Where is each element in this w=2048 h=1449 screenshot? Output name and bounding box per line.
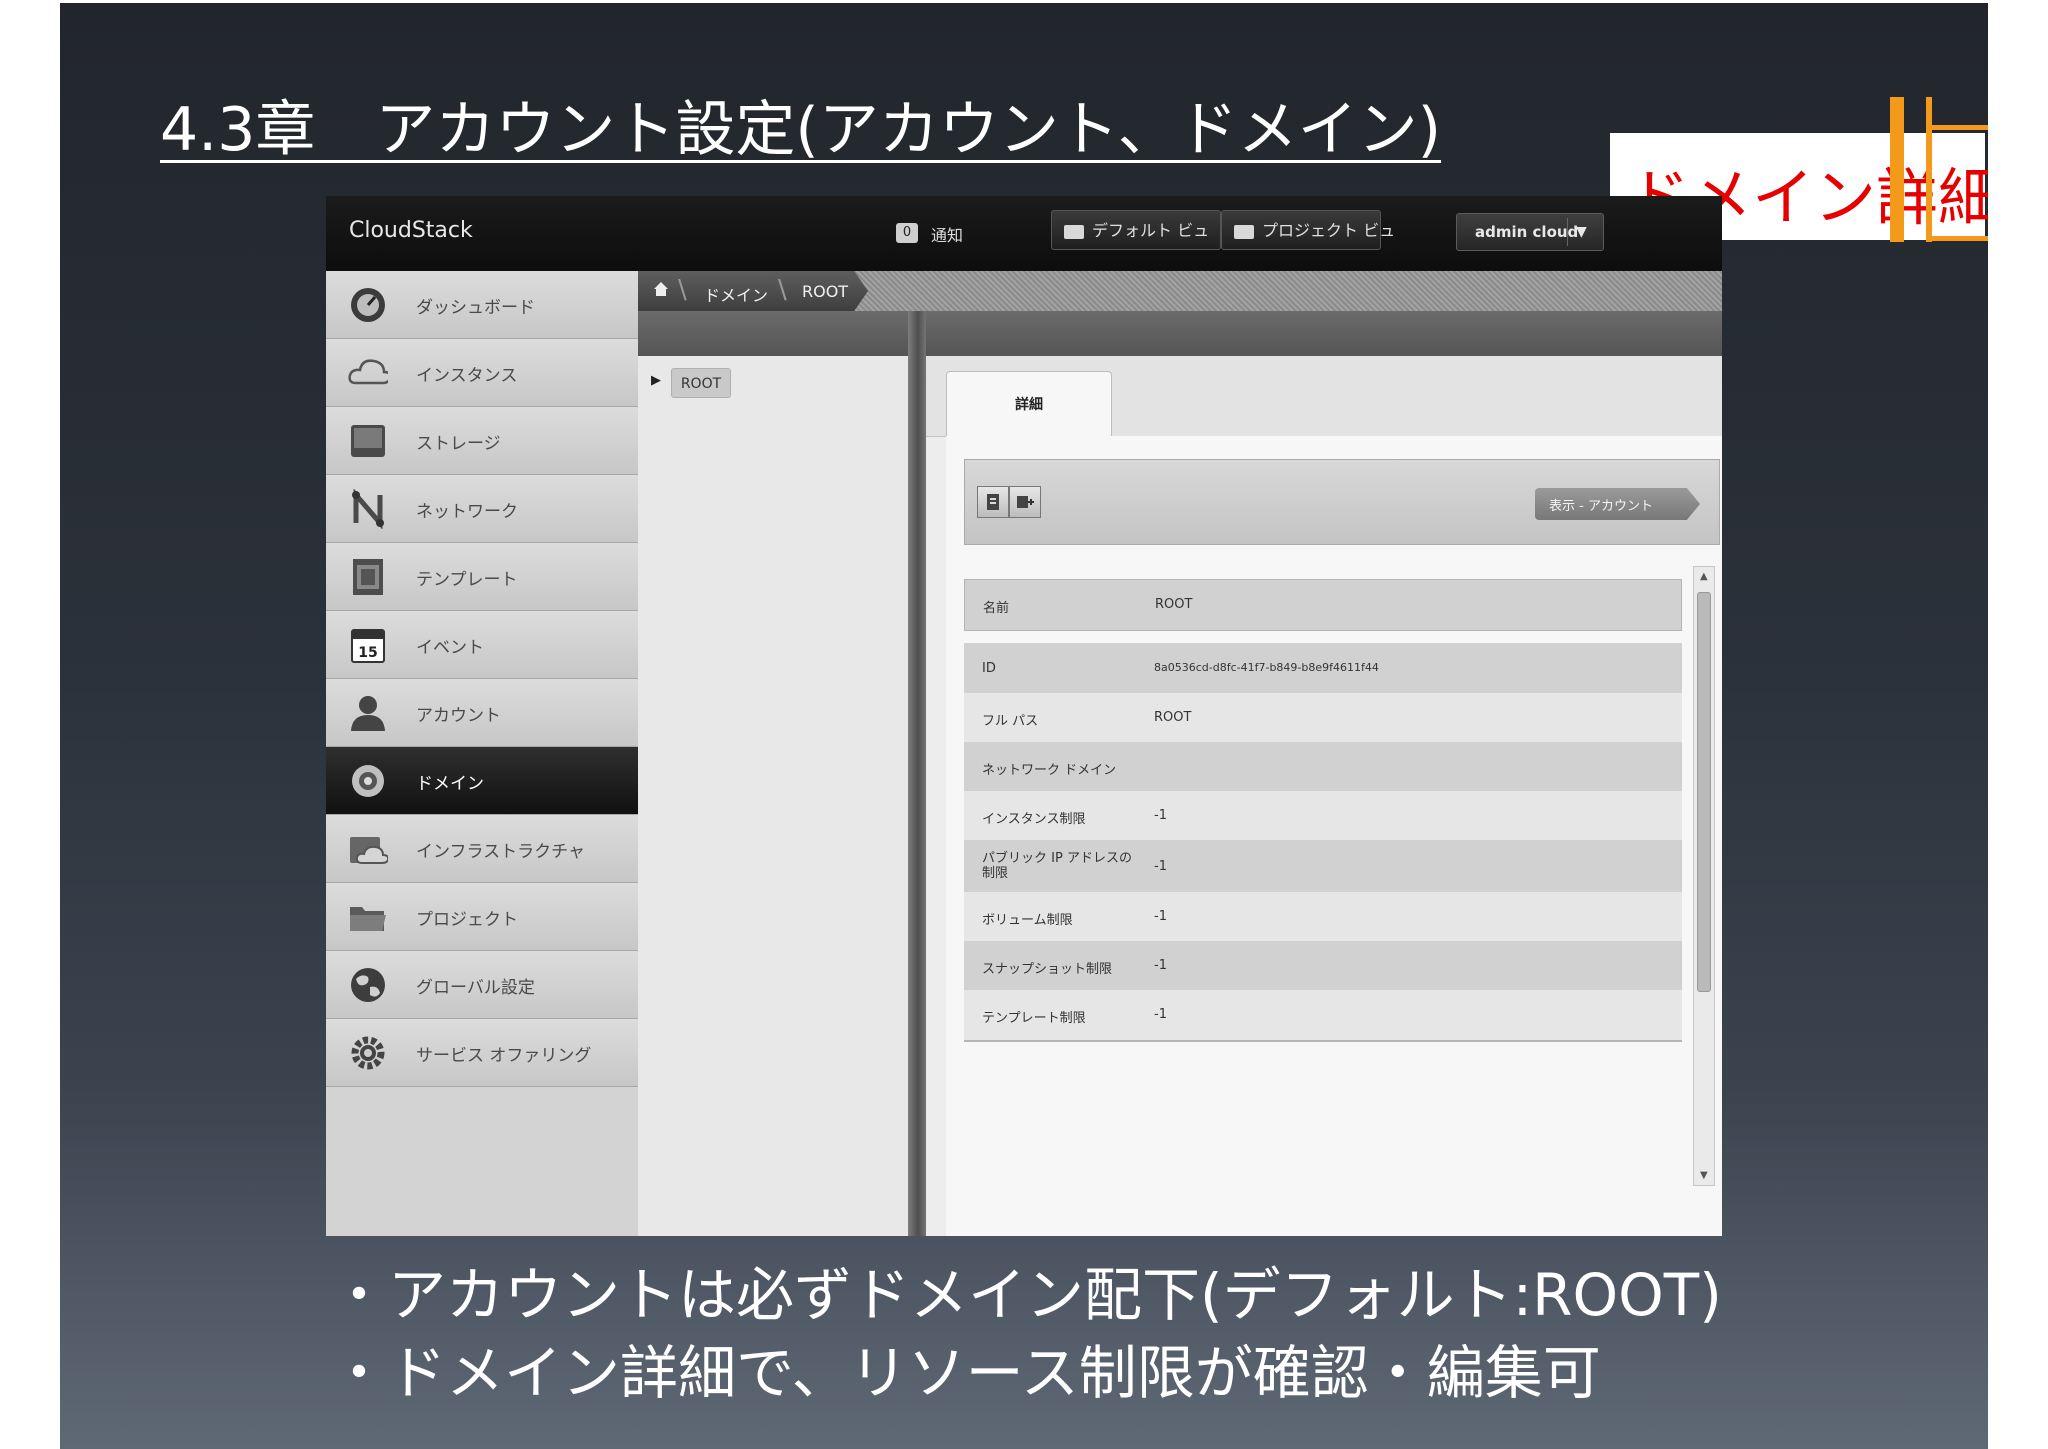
scroll-thumb[interactable] xyxy=(1697,592,1711,992)
notification-count[interactable]: 0 xyxy=(896,223,918,243)
bullet-item: ・アカウントは必ずドメイン配下(デフォルト:ROOT) xyxy=(330,1261,1722,1329)
default-view-button[interactable]: デフォルト ビュ xyxy=(1051,210,1221,250)
sidebar-item-accounts[interactable]: アカウント xyxy=(326,679,638,747)
user-menu-button[interactable]: admin cloud ▼ xyxy=(1456,213,1604,251)
slide-title: 4.3章 アカウント設定(アカウント、ドメイン) xyxy=(160,95,1442,165)
detail-row-network-domain: ネットワーク ドメイン xyxy=(964,742,1682,791)
template-icon xyxy=(348,557,388,597)
callout-accent-bar xyxy=(1926,125,1988,130)
detail-row-public-ip-limit: パブリック IP アドレスの制限 -1 xyxy=(964,840,1682,892)
sidebar-item-network[interactable]: ネットワーク xyxy=(326,475,638,543)
callout-accent-bar xyxy=(1926,236,1988,241)
project-icon xyxy=(1234,224,1254,239)
notification-label[interactable]: 通知 xyxy=(931,222,963,246)
detail-content: 表示 - アカウント 名前 ROOT ID 8a0536cd-d8fc-41f7… xyxy=(946,436,1722,1236)
globe-icon xyxy=(348,965,388,1005)
breadcrumb-trail: \ ドメイン \ ROOT xyxy=(638,271,868,311)
breadcrumb-separator: \ xyxy=(678,275,687,305)
folder-icon xyxy=(1064,224,1084,239)
project-view-button[interactable]: プロジェクト ビュ xyxy=(1221,210,1395,250)
user-icon xyxy=(348,693,388,733)
callout-accent-bar xyxy=(1926,97,1932,242)
detail-header xyxy=(926,311,1722,356)
scroll-up-icon[interactable]: ▲ xyxy=(1700,571,1708,582)
sidebar-item-global-settings[interactable]: グローバル設定 xyxy=(326,951,638,1019)
detail-row-volume-limit: ボリューム制限 -1 xyxy=(964,892,1682,941)
sidebar-item-domains[interactable]: ドメイン xyxy=(326,747,638,815)
sidebar-item-templates[interactable]: テンプレート xyxy=(326,543,638,611)
detail-row-template-limit: テンプレート制限 -1 xyxy=(964,990,1682,1042)
gear-icon xyxy=(348,1033,388,1073)
sidebar: ダッシュボード インスタンス ストレージ ネットワーク テンプレート 15 イベ… xyxy=(326,271,638,1236)
breadcrumb-root[interactable]: ROOT xyxy=(802,282,848,301)
add-icon xyxy=(1016,496,1034,515)
tree-node-root[interactable]: ROOT xyxy=(671,368,731,398)
view-accounts-button[interactable]: 表示 - アカウント xyxy=(1535,488,1700,520)
domain-icon xyxy=(348,761,388,801)
dashboard-icon xyxy=(348,285,388,325)
bullet-item: ・ドメイン詳細で、リソース制限が確認・編集可 xyxy=(330,1339,1601,1407)
scroll-down-icon[interactable]: ▼ xyxy=(1700,1170,1708,1181)
breadcrumb: \ ドメイン \ ROOT xyxy=(638,271,1722,311)
detail-pane: 詳細 表示 - アカウント 名前 ROOT ID 8a0536cd-d8fc-4… xyxy=(926,311,1722,1236)
action-bar: 表示 - アカウント xyxy=(964,459,1720,545)
callout-accent-bar xyxy=(1890,97,1904,242)
folder-icon xyxy=(348,897,388,937)
user-name: admin cloud xyxy=(1475,223,1579,241)
detail-row-full-path: フル パス ROOT xyxy=(964,693,1682,742)
sidebar-item-instances[interactable]: インスタンス xyxy=(326,339,638,407)
user-menu-separator xyxy=(1567,218,1568,246)
network-icon xyxy=(348,489,388,529)
calendar-icon: 15 xyxy=(348,625,388,665)
sidebar-item-service-offerings[interactable]: サービス オファリング xyxy=(326,1019,638,1087)
detail-scrollbar[interactable]: ▲ ▼ xyxy=(1693,566,1715,1186)
bullet-list: ・アカウントは必ずドメイン配下(デフォルト:ROOT) ・ドメイン詳細で、リソー… xyxy=(330,1256,1722,1412)
breadcrumb-domains[interactable]: ドメイン xyxy=(704,282,768,306)
storage-icon xyxy=(348,421,388,461)
detail-row-name: 名前 ROOT xyxy=(964,579,1682,631)
add-button[interactable] xyxy=(1009,486,1041,518)
calendar-day: 15 xyxy=(358,645,377,661)
pane-divider[interactable] xyxy=(908,311,928,1236)
detail-row-instance-limit: インスタンス制限 -1 xyxy=(964,791,1682,840)
sidebar-item-storage[interactable]: ストレージ xyxy=(326,407,638,475)
sidebar-item-events[interactable]: 15 イベント xyxy=(326,611,638,679)
cloudstack-screenshot: CloudStack 0 通知 デフォルト ビュ プロジェクト ビュ admin… xyxy=(326,196,1722,1236)
cloud-icon xyxy=(348,353,388,393)
expand-arrow-icon[interactable]: ▶ xyxy=(651,373,661,388)
chevron-down-icon[interactable]: ▼ xyxy=(1576,224,1587,240)
tree-header xyxy=(638,311,908,356)
detail-row-id: ID 8a0536cd-d8fc-41f7-b849-b8e9f4611f44 xyxy=(964,643,1682,693)
tab-strip: 詳細 xyxy=(926,356,1722,437)
domain-tree-pane: ▶ ROOT xyxy=(638,311,908,1236)
edit-button[interactable] xyxy=(977,486,1009,518)
infrastructure-icon xyxy=(348,829,388,869)
top-bar: CloudStack 0 通知 デフォルト ビュ プロジェクト ビュ admin… xyxy=(326,196,1722,271)
app-logo[interactable]: CloudStack xyxy=(349,218,473,243)
slide: 4.3章 アカウント設定(アカウント、ドメイン) ドメイン詳細 ・アカウントは必… xyxy=(60,3,1988,1449)
tab-details[interactable]: 詳細 xyxy=(946,371,1112,437)
detail-row-snapshot-limit: スナップショット制限 -1 xyxy=(964,941,1682,990)
sidebar-item-infrastructure[interactable]: インフラストラクチャ xyxy=(326,815,638,883)
sidebar-item-projects[interactable]: プロジェクト xyxy=(326,883,638,951)
breadcrumb-separator: \ xyxy=(778,275,787,305)
edit-icon xyxy=(985,494,1001,515)
sidebar-item-dashboard[interactable]: ダッシュボード xyxy=(326,271,638,339)
home-icon[interactable] xyxy=(652,280,670,302)
